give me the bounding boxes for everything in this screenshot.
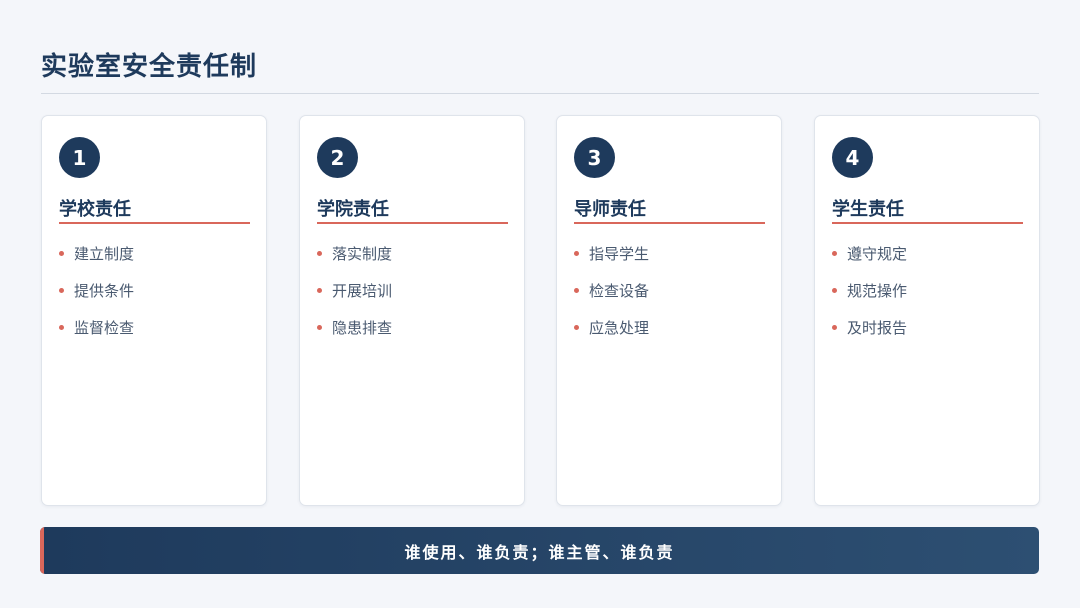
- bullet-dot-icon: [574, 325, 579, 330]
- card-advisor: 3 导师责任 指导学生 检查设备 应急处理: [556, 115, 782, 506]
- card-title-underline: [317, 222, 508, 224]
- list-item-label: 及时报告: [847, 319, 908, 337]
- list-item-label: 监督检查: [74, 319, 135, 337]
- list-item-label: 建立制度: [74, 245, 135, 263]
- card-title-underline: [832, 222, 1023, 224]
- card-title: 学生责任: [832, 199, 904, 220]
- card-title: 学校责任: [59, 199, 131, 220]
- list-item-label: 开展培训: [332, 282, 393, 300]
- list-item-label: 落实制度: [332, 245, 393, 263]
- list-item: 遵守规定: [832, 243, 907, 280]
- list-item-label: 遵守规定: [847, 245, 908, 263]
- title-divider: [41, 93, 1039, 94]
- bullet-dot-icon: [59, 288, 64, 293]
- list-item-label: 规范操作: [847, 282, 908, 300]
- bullet-dot-icon: [59, 325, 64, 330]
- card-college: 2 学院责任 落实制度 开展培训 隐患排查: [299, 115, 525, 506]
- list-item: 规范操作: [832, 280, 907, 317]
- bullet-dot-icon: [574, 251, 579, 256]
- footer-banner: 谁使用、谁负责；谁主管、谁负责: [40, 527, 1039, 574]
- bullet-dot-icon: [832, 288, 837, 293]
- list-item-label: 检查设备: [589, 282, 650, 300]
- list-item-label: 提供条件: [74, 282, 135, 300]
- card-item-list: 建立制度 提供条件 监督检查: [59, 243, 134, 354]
- page-title: 实验室安全责任制: [41, 52, 258, 82]
- bullet-dot-icon: [317, 325, 322, 330]
- card-title-underline: [59, 222, 250, 224]
- card-item-list: 落实制度 开展培训 隐患排查: [317, 243, 392, 354]
- list-item: 开展培训: [317, 280, 392, 317]
- list-item: 指导学生: [574, 243, 649, 280]
- card-number-badge: 1: [59, 137, 100, 178]
- card-number-badge: 2: [317, 137, 358, 178]
- responsibility-cards: 1 学校责任 建立制度 提供条件 监督检查 2 学院责任 落实制度 开展培训 隐…: [41, 115, 1040, 506]
- card-number-badge: 3: [574, 137, 615, 178]
- list-item: 落实制度: [317, 243, 392, 280]
- bullet-dot-icon: [574, 288, 579, 293]
- card-number-badge: 4: [832, 137, 873, 178]
- card-item-list: 遵守规定 规范操作 及时报告: [832, 243, 907, 354]
- list-item-label: 应急处理: [589, 319, 650, 337]
- list-item: 隐患排查: [317, 317, 392, 354]
- list-item: 检查设备: [574, 280, 649, 317]
- card-school: 1 学校责任 建立制度 提供条件 监督检查: [41, 115, 267, 506]
- card-title: 导师责任: [574, 199, 646, 220]
- card-student: 4 学生责任 遵守规定 规范操作 及时报告: [814, 115, 1040, 506]
- list-item: 监督检查: [59, 317, 134, 354]
- card-title: 学院责任: [317, 199, 389, 220]
- bullet-dot-icon: [59, 251, 64, 256]
- list-item: 建立制度: [59, 243, 134, 280]
- card-title-underline: [574, 222, 765, 224]
- bullet-dot-icon: [317, 251, 322, 256]
- list-item: 提供条件: [59, 280, 134, 317]
- card-item-list: 指导学生 检查设备 应急处理: [574, 243, 649, 354]
- bullet-dot-icon: [317, 288, 322, 293]
- list-item-label: 指导学生: [589, 245, 650, 263]
- list-item: 及时报告: [832, 317, 907, 354]
- list-item: 应急处理: [574, 317, 649, 354]
- list-item-label: 隐患排查: [332, 319, 393, 337]
- footer-slogan: 谁使用、谁负责；谁主管、谁负责: [404, 542, 675, 562]
- footer-accent-bar: [40, 527, 44, 574]
- bullet-dot-icon: [832, 251, 837, 256]
- bullet-dot-icon: [832, 325, 837, 330]
